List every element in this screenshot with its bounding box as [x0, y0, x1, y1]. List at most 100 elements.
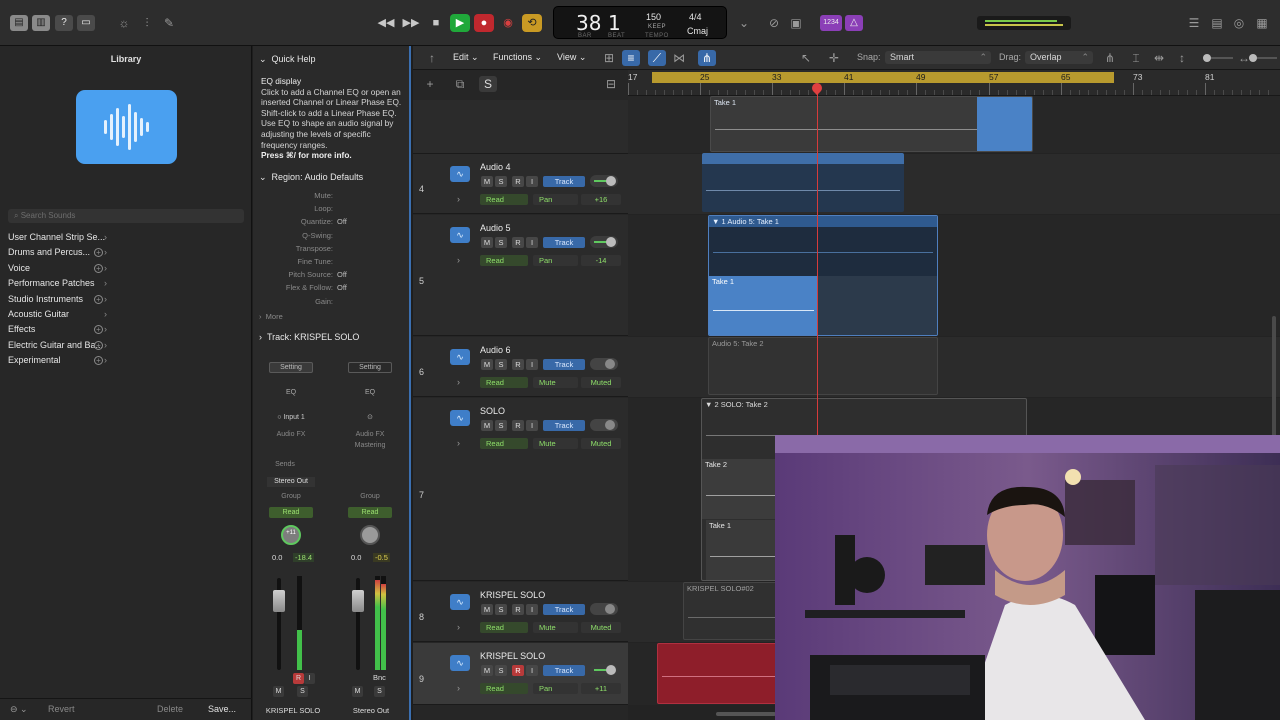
- rewind-icon[interactable]: ◀◀: [376, 14, 396, 32]
- waveform-zoom-icon[interactable]: ⋔: [1101, 50, 1119, 66]
- strip2-mute-button[interactable]: M: [352, 686, 363, 697]
- strip2-eq-button[interactable]: EQ: [348, 388, 392, 398]
- bar-ruler[interactable]: 17 25 33 41 49 57 65 73 81: [628, 70, 1280, 96]
- strip1-input-monitor-button[interactable]: I: [304, 673, 315, 684]
- input-monitor-button[interactable]: I: [526, 604, 538, 615]
- cpu-meter[interactable]: [977, 16, 1071, 30]
- track-header-row[interactable]: 4 ∿ Audio 4 M S R I Track › Read Pan +16: [413, 154, 628, 214]
- horizontal-zoom-icon[interactable]: ⇹: [1150, 50, 1168, 66]
- track-header-row[interactable]: 5 ∿ Audio 5 M S R I Track › Read Pan -14: [413, 215, 628, 336]
- track-header-row[interactable]: 8 ∿ KRISPEL SOLO M S R I Track › Read Mute Muted: [413, 582, 628, 642]
- mute-button[interactable]: M: [481, 420, 493, 431]
- track-name[interactable]: Audio 4: [480, 162, 511, 172]
- automation-icon[interactable]: ⟋: [648, 50, 666, 66]
- browser-icon[interactable]: ▦: [1253, 15, 1271, 31]
- mute-button[interactable]: M: [481, 665, 493, 676]
- strip2-fader-handle[interactable]: [352, 590, 364, 612]
- play-button[interactable]: ▶: [450, 14, 470, 32]
- track-volume-toggle[interactable]: [590, 664, 618, 676]
- editors-icon[interactable]: ✎: [160, 15, 178, 31]
- library-item[interactable]: Experimental + ›: [0, 355, 252, 369]
- track-name[interactable]: Audio 6: [480, 345, 511, 355]
- low-latency-icon[interactable]: ⊘: [765, 15, 783, 31]
- strip1-fader-handle[interactable]: [273, 590, 285, 612]
- automation-parameter-select[interactable]: Mute: [533, 377, 578, 388]
- region-param-row[interactable]: Fine Tune:: [253, 257, 409, 270]
- audio-track-icon[interactable]: ∿: [450, 594, 470, 610]
- automation-value[interactable]: Muted: [581, 622, 621, 633]
- notepad-icon[interactable]: ▤: [1208, 15, 1226, 31]
- library-item[interactable]: Performance Patches ›: [0, 278, 252, 292]
- automation-value[interactable]: Muted: [581, 438, 621, 449]
- add-icon[interactable]: +: [94, 294, 103, 304]
- count-in-button[interactable]: 1234: [820, 15, 842, 31]
- view-menu[interactable]: View ⌄: [557, 52, 586, 63]
- track-on-off-button[interactable]: Track: [543, 176, 585, 187]
- automation-parameter-select[interactable]: Pan: [533, 683, 578, 694]
- solo-button[interactable]: S: [495, 176, 507, 187]
- functions-menu[interactable]: Functions ⌄: [493, 52, 542, 63]
- audio-track-icon[interactable]: ∿: [450, 166, 470, 182]
- region-header[interactable]: ⌄ Region: Audio Defaults: [259, 172, 363, 183]
- track-volume-toggle[interactable]: [590, 603, 618, 615]
- snap-select[interactable]: Smart ⌃: [885, 51, 991, 64]
- input-monitor-button[interactable]: I: [526, 237, 538, 248]
- track-name[interactable]: KRISPEL SOLO: [480, 590, 545, 600]
- grid-view-icon[interactable]: ⊞: [600, 50, 618, 66]
- track-on-off-button[interactable]: Track: [543, 237, 585, 248]
- metronome-icon[interactable]: △: [845, 15, 863, 31]
- track-on-off-button[interactable]: Track: [543, 420, 585, 431]
- mute-button[interactable]: M: [481, 176, 493, 187]
- solo-button[interactable]: S: [495, 665, 507, 676]
- flex-icon[interactable]: ⋈: [670, 50, 688, 66]
- disclosure-chevron-icon[interactable]: ›: [457, 255, 460, 265]
- automation-parameter-select[interactable]: Mute: [533, 622, 578, 633]
- library-item[interactable]: Voice + ›: [0, 263, 252, 277]
- strip2-solo-button[interactable]: S: [374, 686, 385, 697]
- cycle-button[interactable]: ⟲: [522, 14, 542, 32]
- strip1-output-button[interactable]: Stereo Out: [267, 477, 315, 487]
- strip1-record-button[interactable]: R: [293, 673, 304, 684]
- track-row-partial[interactable]: [413, 100, 628, 154]
- edit-menu[interactable]: Edit ⌄: [453, 52, 479, 63]
- track-name[interactable]: KRISPEL SOLO: [480, 651, 545, 661]
- region-param-row[interactable]: Q-Swing:: [253, 231, 409, 244]
- strip1-input-button[interactable]: ○ Input 1: [269, 413, 313, 423]
- library-item[interactable]: User Channel Strip Se... ›: [0, 232, 252, 246]
- quick-help-header[interactable]: ⌄ Quick Help: [259, 54, 316, 65]
- back-arrow-icon[interactable]: ↑: [423, 50, 441, 66]
- region-param-row[interactable]: Transpose:: [253, 244, 409, 257]
- input-monitor-button[interactable]: I: [526, 176, 538, 187]
- input-monitor-button[interactable]: I: [526, 359, 538, 370]
- catch-icon[interactable]: ⋔: [698, 50, 716, 66]
- revert-button[interactable]: Revert: [48, 704, 75, 714]
- track-name[interactable]: SOLO: [480, 406, 505, 416]
- track-name[interactable]: Audio 5: [480, 223, 511, 233]
- strip2-group-button[interactable]: Group: [348, 492, 392, 502]
- automation-mode-select[interactable]: Read: [480, 377, 528, 388]
- automation-parameter-select[interactable]: Pan: [533, 194, 578, 205]
- vertical-resize-icon[interactable]: ↕: [1173, 50, 1191, 66]
- strip2-setting-button[interactable]: Setting: [348, 362, 392, 373]
- add-track-icon[interactable]: +: [421, 76, 439, 92]
- audio-region-take1[interactable]: Take 1: [710, 96, 1033, 152]
- lcd-display[interactable]: 38 1 BAR BEAT 150 KEEP TEMPO 4/4 Cmaj: [553, 6, 727, 39]
- strip1-pan-knob[interactable]: +11: [281, 525, 301, 545]
- track-header[interactable]: › Track: KRISPEL SOLO: [259, 332, 359, 342]
- track-on-off-button[interactable]: Track: [543, 604, 585, 615]
- strip1-sends[interactable]: Sends: [265, 460, 305, 470]
- record-enable-button[interactable]: R: [512, 359, 524, 370]
- strip2-bounce-button[interactable]: Bnc: [373, 673, 386, 682]
- library-action-menu-icon[interactable]: ⊖ ⌄: [10, 704, 28, 715]
- smart-controls-icon[interactable]: ☼: [115, 15, 133, 31]
- library-item[interactable]: Acoustic Guitar ›: [0, 309, 252, 323]
- disclosure-chevron-icon[interactable]: ›: [457, 194, 460, 204]
- secondary-tool-icon[interactable]: ✛: [825, 50, 843, 66]
- track-on-off-button[interactable]: Track: [543, 359, 585, 370]
- drag-select[interactable]: Overlap ⌃: [1025, 51, 1093, 64]
- input-monitor-button[interactable]: I: [526, 665, 538, 676]
- zoom-slider-horizontal[interactable]: [1249, 54, 1277, 62]
- audio-track-icon[interactable]: ∿: [450, 227, 470, 243]
- record-button[interactable]: ●: [474, 14, 494, 32]
- region-param-row[interactable]: Flex & Follow: Off: [253, 283, 409, 296]
